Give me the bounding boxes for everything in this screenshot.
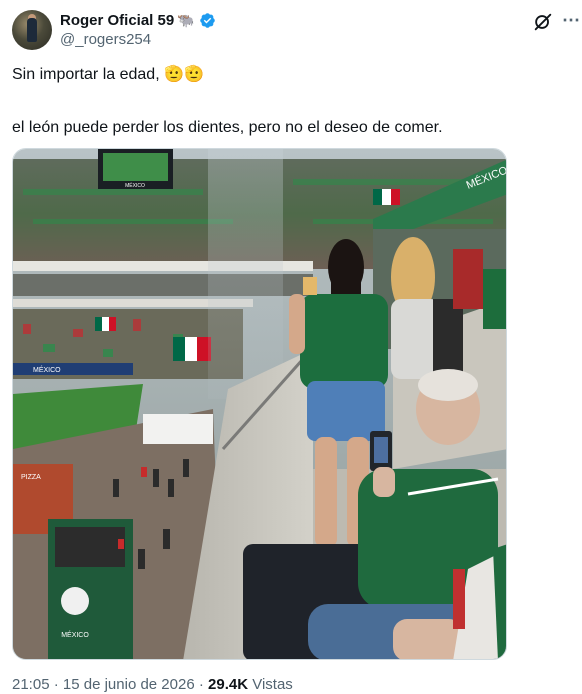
meta-separator: · (194, 676, 209, 693)
handle[interactable]: @_rogers254 (60, 31, 216, 48)
avatar[interactable] (12, 10, 52, 50)
ad-board-label: MÉXICO (33, 365, 61, 374)
meta-separator: · (49, 676, 63, 693)
tweet-date[interactable]: 15 de junio de 2026 (63, 676, 195, 693)
views-label: Vistas (248, 676, 293, 693)
stand-label: MÉXICO (61, 630, 89, 639)
stadium-photo: MÉXICO MÉXICO PIZZA MÉXICO MÉXICO (13, 149, 506, 659)
views-count: 29.4K (208, 676, 249, 693)
tweet-header: Roger Oficial 59 🐃 @_rogers254 ⋯ (12, 10, 580, 50)
tweet-meta: 21:05 · 15 de junio de 2026 · 29.4K Vist… (12, 676, 293, 693)
scoreboard-label: MÉXICO (125, 182, 145, 189)
author-block: Roger Oficial 59 🐃 @_rogers254 (60, 10, 216, 48)
verified-badge-icon (199, 12, 215, 28)
tweet-text: Sin importar la edad, 🫡🫡 el león puede p… (12, 64, 567, 138)
tweet-photo[interactable]: MÉXICO MÉXICO PIZZA MÉXICO MÉXICO (12, 148, 507, 660)
display-name[interactable]: Roger Oficial 59 (60, 12, 174, 29)
vendor-sign: PIZZA (21, 474, 41, 481)
more-icon[interactable]: ⋯ (562, 10, 581, 31)
grok-icon[interactable] (532, 11, 554, 33)
tweet-line-1: Sin importar la edad, 🫡🫡 (12, 66, 204, 83)
tweet-line-2: el león puede perder los dientes, pero n… (12, 119, 443, 136)
tweet-time[interactable]: 21:05 (12, 676, 50, 693)
bull-emoji: 🐃 (177, 11, 195, 28)
